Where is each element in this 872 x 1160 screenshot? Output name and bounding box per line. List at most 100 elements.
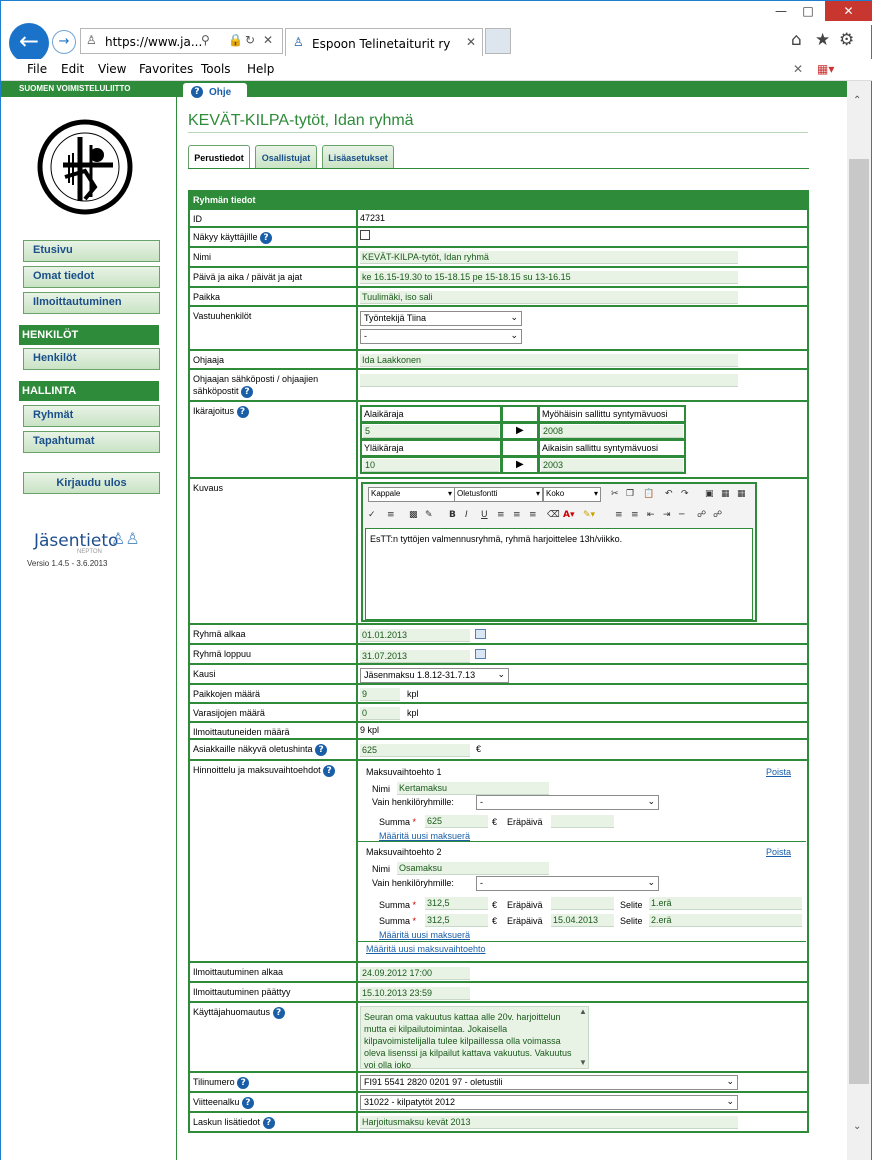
reg-start-input[interactable]: 24.09.2012 17:00	[360, 967, 470, 980]
horizontal-rule-icon[interactable]: ─	[679, 510, 684, 520]
reserve-input[interactable]: 0	[360, 707, 400, 720]
browser-tab[interactable]: ♙ Espoon Telinetaiturit ry ✕	[285, 28, 483, 56]
places-input[interactable]: 9	[360, 688, 400, 701]
copy-icon[interactable]: ❐	[626, 489, 634, 499]
unlink-icon[interactable]: ☍	[713, 510, 722, 520]
link-icon[interactable]: ☍	[697, 510, 706, 520]
menu-file[interactable]: File	[27, 62, 47, 76]
eraser-icon[interactable]: ⌫	[547, 510, 560, 520]
favorites-star-icon[interactable]: ★	[815, 30, 830, 50]
season-select[interactable]: Jäsenmaksu 1.8.12-31.7.13 ⌄	[360, 668, 509, 683]
home-icon[interactable]: ⌂	[791, 30, 802, 50]
help-icon[interactable]: ?	[323, 764, 336, 777]
table-props-icon[interactable]: ▦	[737, 489, 746, 499]
option2-name-input[interactable]: Osamaksu	[397, 862, 549, 875]
option1-remove-link[interactable]: Poista	[766, 767, 791, 777]
font-select[interactable]: Oletusfontti ▾	[454, 487, 543, 502]
user-note-textarea[interactable]: Seuran oma vakuutus kattaa alle 20v. har…	[360, 1006, 589, 1069]
search-icon[interactable]: ⚲	[201, 33, 210, 47]
scroll-up-icon[interactable]: ▲	[579, 1007, 587, 1016]
help-icon[interactable]: ?	[315, 743, 328, 756]
option2-groups-select[interactable]: - ⌄	[476, 876, 659, 891]
forward-button[interactable]: →	[52, 30, 76, 54]
edit-image-icon[interactable]: ✎	[425, 510, 433, 520]
format-select[interactable]: Kappale ▾	[368, 487, 455, 502]
table-icon[interactable]: ▦	[721, 489, 730, 499]
tab-participants[interactable]: Osallistujat	[255, 145, 317, 169]
text-color-icon[interactable]: A▾	[563, 510, 574, 520]
place-input[interactable]: Tuulimäki, iso sali	[360, 291, 738, 304]
paste-icon[interactable]: 📋	[643, 489, 654, 499]
birth-earliest-input[interactable]: 2003	[541, 459, 683, 472]
settings-gear-icon[interactable]: ⚙	[839, 30, 854, 50]
price-input[interactable]: 625	[360, 744, 470, 757]
age-max-arrow-button[interactable]: ▶	[501, 456, 539, 474]
indent-icon[interactable]: ⇥	[663, 510, 671, 520]
compat-icon[interactable]: ▦▾	[817, 62, 834, 76]
align-center-icon[interactable]: ≡	[513, 510, 521, 520]
bullet-list-icon[interactable]: ≡	[631, 510, 639, 520]
description-textarea[interactable]: EsTT:n tyttöjen valmennusryhmä, ryhmä ha…	[365, 528, 753, 620]
coach-input[interactable]: Ida Laakkonen	[360, 354, 738, 367]
scrollbar-thumb[interactable]	[849, 159, 869, 1084]
tab-extra-settings[interactable]: Lisäasetukset	[322, 145, 394, 169]
address-bar[interactable]: ♙ https://www.ja... ⚲ 🔒 ↻ ✕	[80, 28, 283, 54]
close-button[interactable]: ✕	[825, 1, 872, 21]
option1-sum-input[interactable]: 625	[425, 815, 488, 828]
reference-select[interactable]: 31022 - kilpatytöt 2012 ⌄	[360, 1095, 738, 1110]
help-icon[interactable]: ?	[260, 231, 273, 244]
scroll-down-icon[interactable]: ▼	[579, 1058, 587, 1067]
format-icon[interactable]: ≡	[387, 510, 395, 520]
calendar-icon[interactable]	[475, 649, 486, 659]
cut-icon[interactable]: ✂	[611, 489, 619, 499]
size-select[interactable]: Koko ▾	[543, 487, 601, 502]
start-date-input[interactable]: 01.01.2013	[360, 629, 470, 642]
calendar-icon[interactable]	[475, 629, 486, 639]
help-icon[interactable]: ?	[241, 385, 254, 398]
account-select[interactable]: FI91 5541 2820 0201 97 - oletustili ⌄	[360, 1075, 738, 1090]
option2-note2-input[interactable]: 2.erä	[649, 914, 802, 927]
option1-groups-select[interactable]: - ⌄	[476, 795, 659, 810]
scroll-up-icon[interactable]: ⌃	[853, 95, 861, 106]
refresh-icon[interactable]: ↻	[245, 33, 255, 47]
age-min-arrow-button[interactable]: ▶	[501, 422, 539, 440]
responsible-select-2[interactable]: - ⌄	[360, 329, 522, 344]
help-tab[interactable]: ? Ohje	[183, 83, 247, 101]
coach-email-input[interactable]	[360, 374, 738, 387]
option1-new-installment-link[interactable]: Määritä uusi maksuerä	[379, 831, 470, 841]
option2-sum1-input[interactable]: 312,5	[425, 897, 488, 910]
reg-end-input[interactable]: 15.10.2013 23:59	[360, 987, 470, 1000]
undo-icon[interactable]: ↶	[665, 489, 673, 499]
page-scrollbar[interactable]: ⌃ ⌄	[847, 81, 871, 1160]
highlight-icon[interactable]: ✎▾	[583, 510, 595, 520]
option2-sum2-input[interactable]: 312,5	[425, 914, 488, 927]
invoice-info-input[interactable]: Harjoitusmaksu kevät 2013	[360, 1116, 738, 1129]
new-payment-option-link[interactable]: Määritä uusi maksuvaihtoehto	[366, 944, 486, 954]
sidebar-item-events[interactable]: Tapahtumat	[23, 431, 160, 453]
spellcheck-icon[interactable]: ✓	[368, 510, 376, 520]
align-left-icon[interactable]: ≡	[497, 510, 505, 520]
stop-icon[interactable]: ✕	[263, 33, 273, 47]
align-right-icon[interactable]: ≡	[529, 510, 537, 520]
logout-button[interactable]: Kirjaudu ulos	[23, 472, 160, 494]
close-bar-icon[interactable]: ✕	[793, 62, 803, 76]
tab-basic-info[interactable]: Perustiedot	[188, 145, 250, 169]
image-icon[interactable]: ▩	[409, 510, 418, 520]
sidebar-item-home[interactable]: Etusivu	[23, 240, 160, 262]
outdent-icon[interactable]: ⇤	[647, 510, 655, 520]
tab-close-icon[interactable]: ✕	[466, 35, 476, 49]
italic-icon[interactable]: I	[465, 510, 468, 520]
source-icon[interactable]: ▣	[705, 489, 714, 499]
help-icon[interactable]: ?	[272, 1006, 285, 1019]
numbered-list-icon[interactable]: ≡	[615, 510, 623, 520]
sidebar-item-groups[interactable]: Ryhmät	[23, 405, 160, 427]
option2-remove-link[interactable]: Poista	[766, 847, 791, 857]
menu-tools[interactable]: Tools	[201, 62, 231, 76]
birth-latest-input[interactable]: 2008	[541, 425, 683, 438]
new-tab-button[interactable]	[485, 28, 511, 54]
menu-edit[interactable]: Edit	[61, 62, 84, 76]
minimize-button[interactable]: —	[771, 1, 791, 21]
back-button[interactable]: ←	[9, 23, 49, 63]
age-min-input[interactable]: 5	[363, 425, 499, 438]
option1-due-input[interactable]	[551, 815, 614, 828]
